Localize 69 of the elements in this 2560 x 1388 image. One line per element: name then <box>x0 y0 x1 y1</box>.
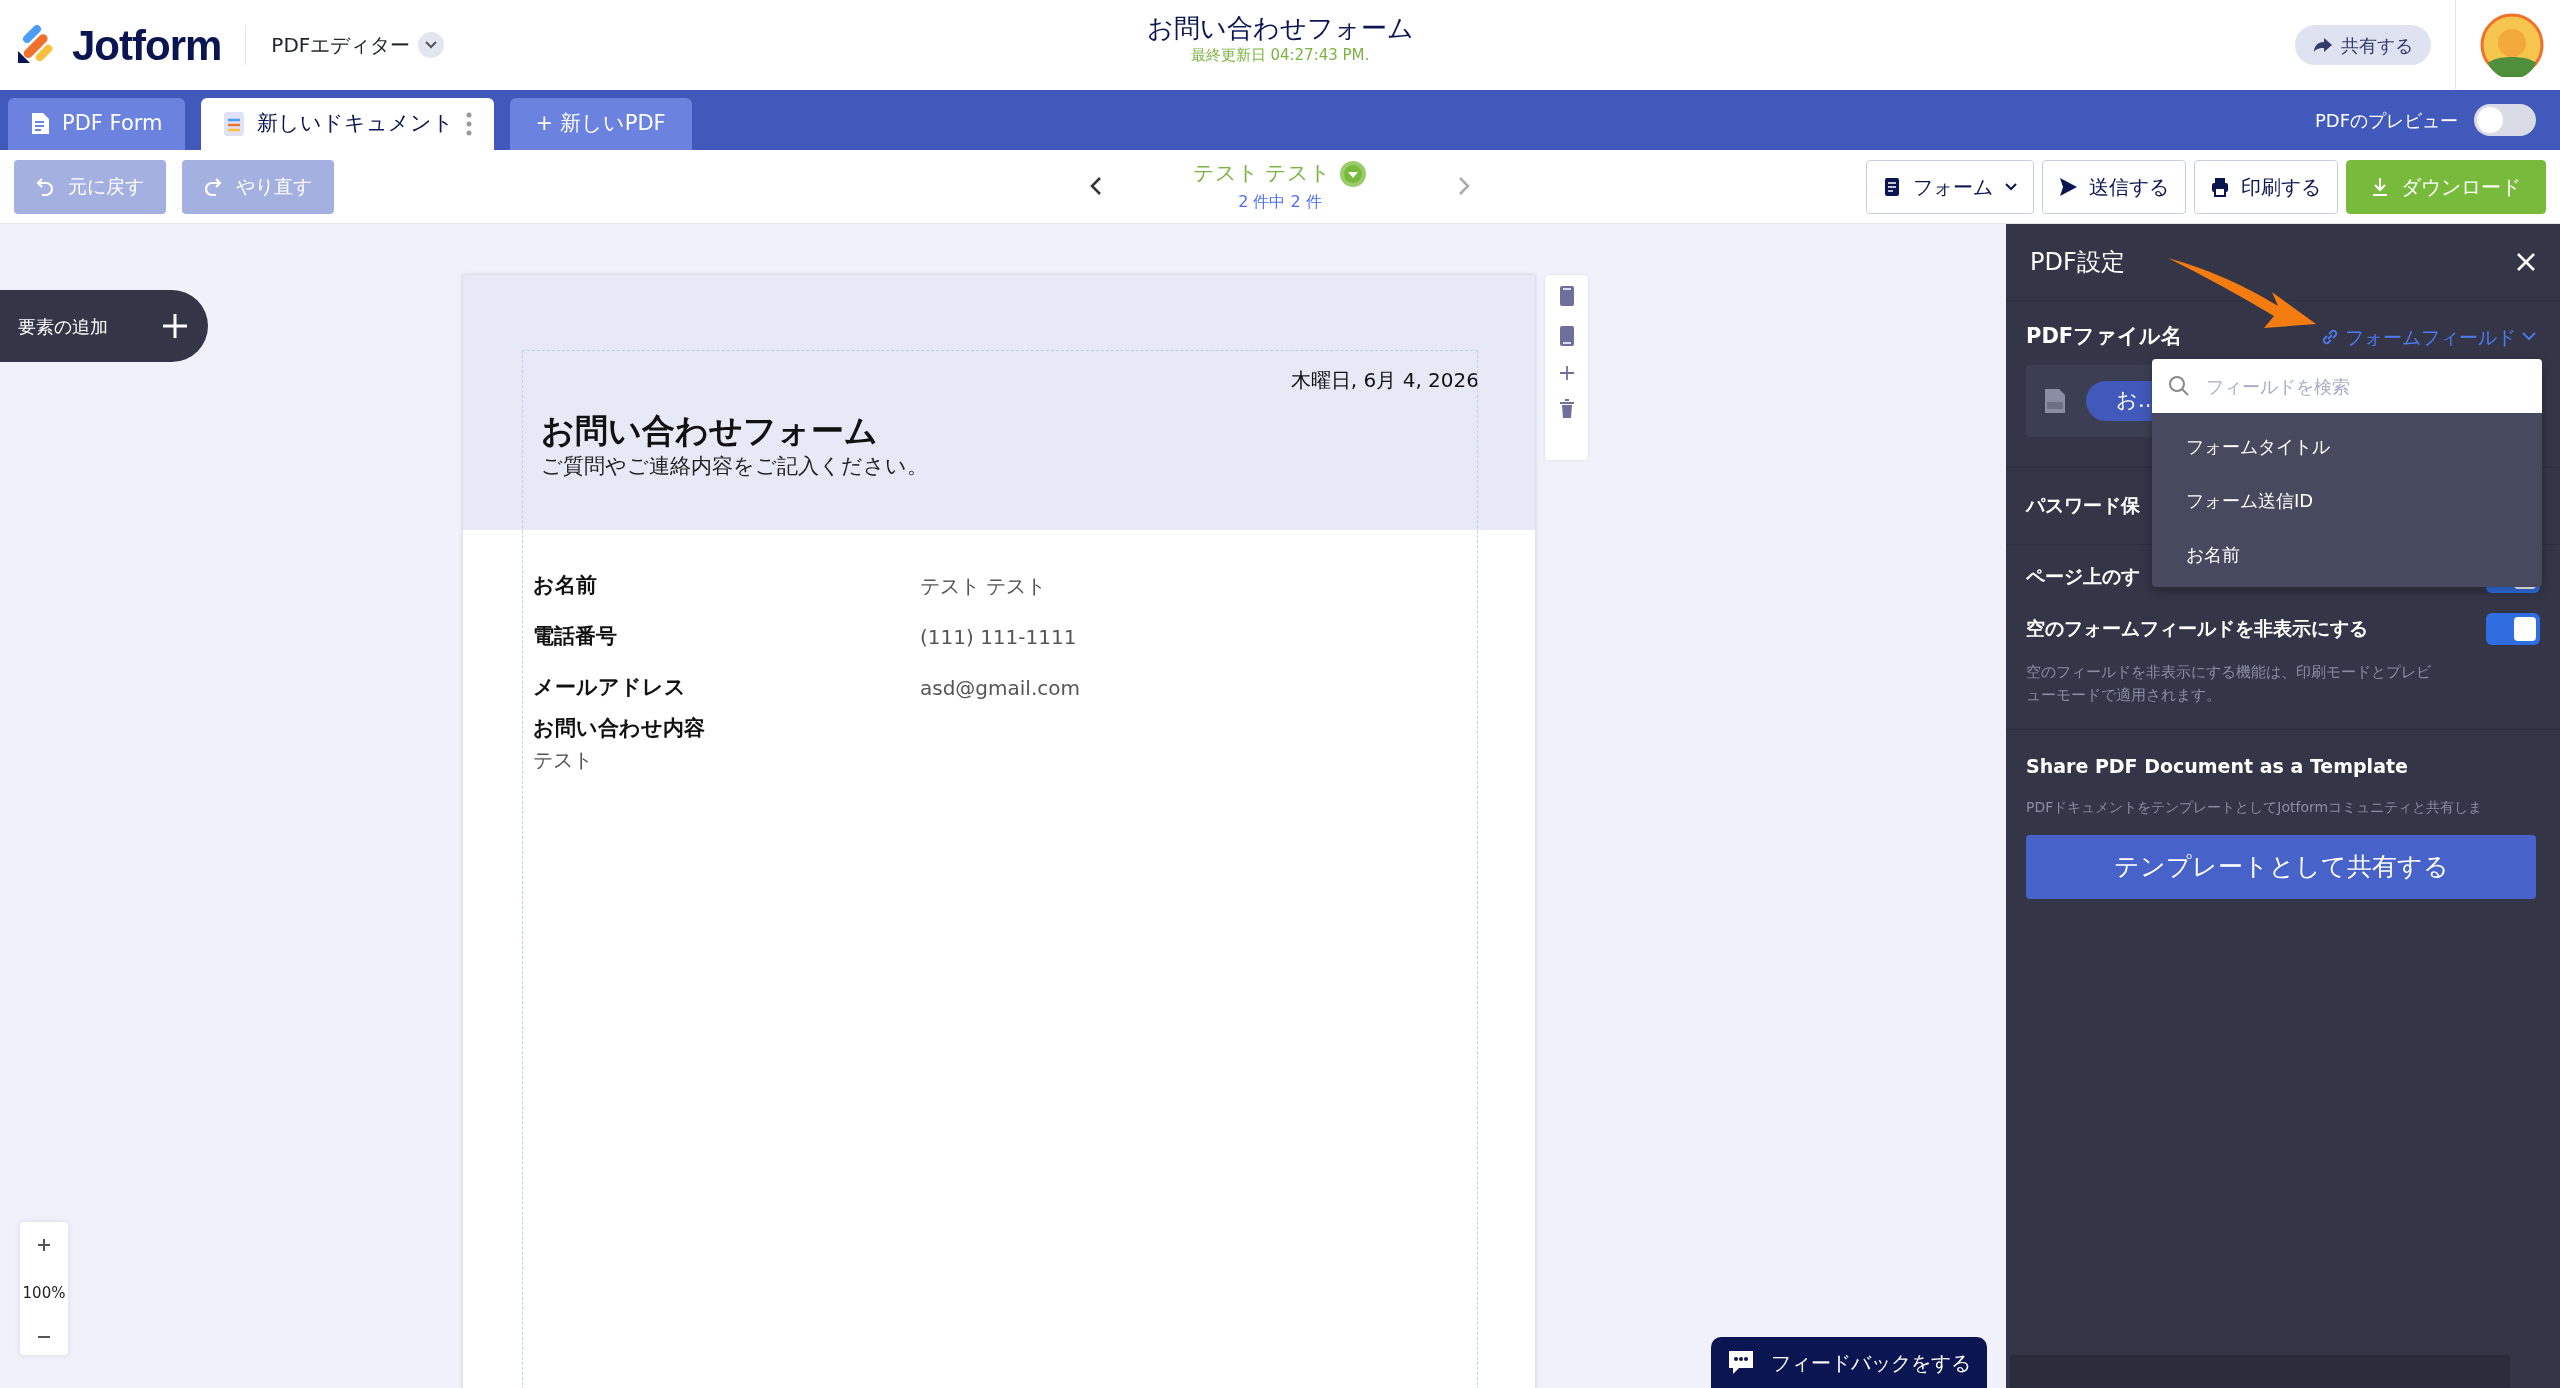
search-box[interactable]: フィールドを検索 <box>2152 359 2542 413</box>
printer-icon <box>2211 176 2229 197</box>
document-icon <box>222 111 245 137</box>
chevron-icon <box>2522 332 2536 342</box>
preview-label: PDFのプレビュー <box>2314 108 2458 133</box>
page-icon[interactable] <box>1558 325 1575 347</box>
pdf-file-icon <box>2044 387 2066 414</box>
field-value: (111) 111-1111 <box>920 623 1077 651</box>
field-value: テスト テスト <box>920 572 1047 600</box>
zoom-in-icon[interactable] <box>37 1238 51 1252</box>
field-value: テスト <box>533 746 594 774</box>
dropdown-item[interactable]: フォームタイトル <box>2152 419 2542 473</box>
link-icon <box>2321 327 2339 346</box>
add-element-button[interactable]: 要素の追加 <box>0 290 208 362</box>
document-title: お問い合わせフォーム <box>541 411 879 451</box>
document-subtitle: ご質問やご連絡内容をご記入ください。 <box>541 453 929 480</box>
feedback-button[interactable]: フィードバックをする <box>1711 1337 1987 1388</box>
zoom-level: 100% <box>22 1283 66 1305</box>
logo-text: Jotform <box>72 20 222 71</box>
field-label: お名前 <box>533 571 598 599</box>
field-label: 電話番号 <box>533 622 618 650</box>
preview-toggle[interactable] <box>2474 104 2536 136</box>
chevron-left-icon[interactable] <box>1090 175 1102 196</box>
download-icon <box>2371 176 2389 197</box>
section-description: PDFドキュメントをテンプレートとしてJotformコミュニティと共有しま <box>2026 798 2484 817</box>
redo-icon <box>204 176 222 197</box>
tab[interactable]: + 新しいPDF <box>509 98 692 150</box>
form-dropdown[interactable]: フォーム <box>1866 159 2034 214</box>
product-switcher[interactable]: PDFエディター <box>270 29 446 61</box>
share-template-button[interactable]: テンプレートとして共有する <box>2026 835 2536 899</box>
setting-label: ページ上のす <box>2026 564 2140 590</box>
panel-title: PDF設定 <box>2030 247 2125 278</box>
undo-icon <box>36 176 54 197</box>
close-icon[interactable] <box>2516 252 2536 272</box>
toggle-switch[interactable] <box>2486 612 2540 645</box>
field-label: PDFファイル名 <box>2026 323 2183 350</box>
search-icon <box>2168 375 2190 397</box>
more-icon[interactable] <box>465 112 472 136</box>
setting-description: 空のフィールドを非表示にする機能は、印刷モードとプレビューモードで適用されます。 <box>2025 661 2432 706</box>
dropdown-item[interactable]: お名前 <box>2152 527 2542 581</box>
field-value: asd@gmail.com <box>920 674 1080 702</box>
portrait-page-icon[interactable] <box>1558 285 1575 307</box>
caret-icon <box>2005 182 2017 191</box>
form-title: お問い合わせフォーム <box>1146 12 1414 44</box>
avatar[interactable] <box>2480 13 2544 77</box>
last-saved-text: 最終更新日 04:27:43 PM. <box>1189 45 1371 66</box>
tab[interactable]: 新しいドキュメント <box>200 98 494 150</box>
field-label: メールアドレス <box>533 673 687 701</box>
send-icon <box>2059 176 2077 197</box>
share-icon <box>2313 37 2333 53</box>
field-label: お問い合わせ内容 <box>533 715 706 742</box>
section-title: Share PDF Document as a Template <box>2026 753 2409 779</box>
print-button[interactable]: 印刷する <box>2194 159 2338 214</box>
send-button[interactable]: 送信する <box>2042 159 2186 214</box>
document-date: 木曜日, 6月 4, 2026 <box>1289 367 1479 394</box>
share-button[interactable]: 共有する <box>2295 25 2431 65</box>
setting-label: 空のフォームフィールドを非表示にする <box>2026 616 2368 642</box>
form-icon <box>1883 176 1901 197</box>
document-icon <box>30 112 50 136</box>
submission-name: テスト テスト <box>1192 160 1332 187</box>
chevron-icon <box>425 41 438 49</box>
submission-counter: 2 件中 2 件 <box>1237 190 1323 213</box>
plus-icon <box>162 313 188 339</box>
setting-label: パスワード保 <box>2026 493 2140 519</box>
plus-icon[interactable] <box>1558 365 1575 381</box>
dropdown-item[interactable]: フォーム送信ID <box>2152 473 2542 527</box>
zoom-out-icon[interactable] <box>37 1335 51 1339</box>
tab[interactable]: PDF Form <box>8 98 185 150</box>
trash-icon[interactable] <box>1558 399 1575 419</box>
